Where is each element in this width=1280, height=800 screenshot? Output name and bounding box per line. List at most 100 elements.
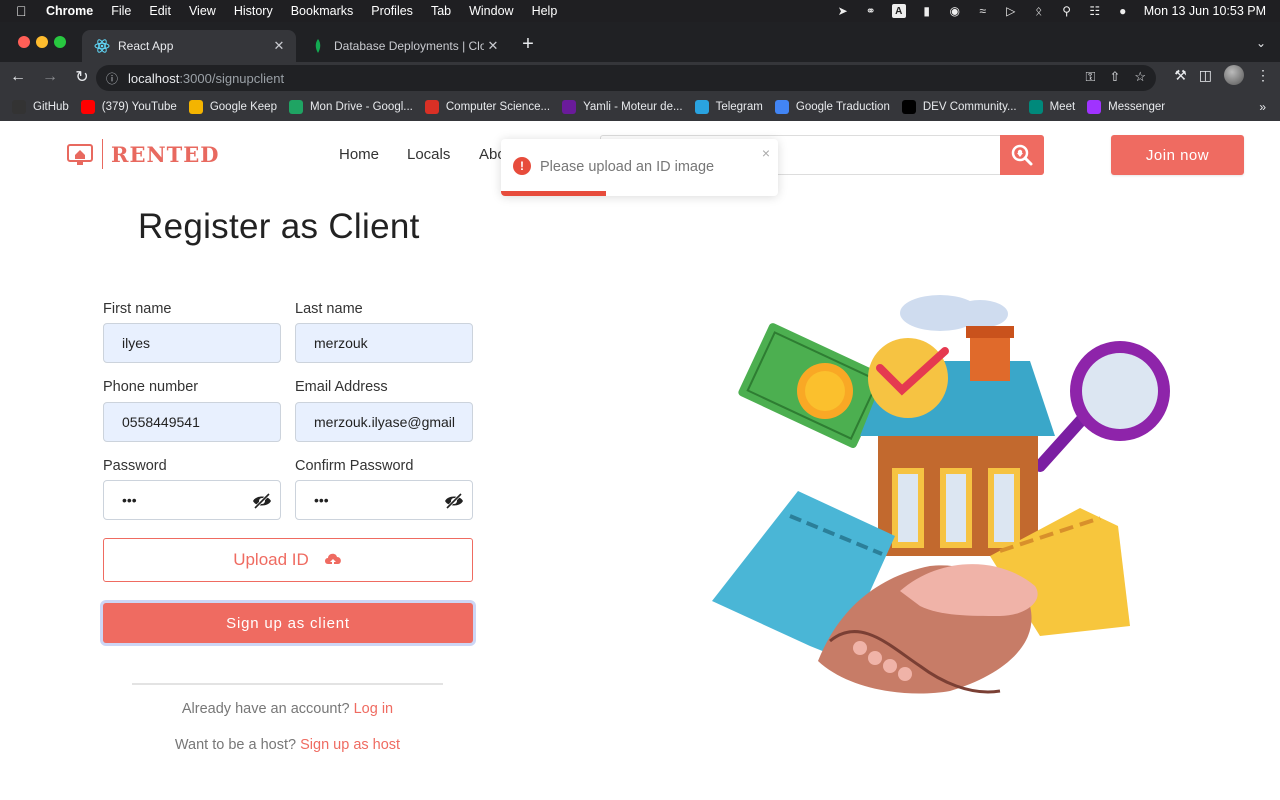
- key-icon[interactable]: ⚿: [1086, 69, 1096, 85]
- eye-slash-icon[interactable]: [444, 491, 464, 511]
- bookmark-label: GitHub: [33, 100, 69, 113]
- menu-tab[interactable]: Tab: [431, 4, 451, 18]
- forward-button[interactable]: →: [36, 65, 64, 89]
- bookmark-label: Messenger: [1108, 100, 1166, 113]
- telegram-status-icon[interactable]: ➤: [836, 4, 850, 18]
- menubar-datetime[interactable]: Mon 13 Jun 10:53 PM: [1144, 4, 1266, 18]
- control-center-icon[interactable]: ☷: [1088, 4, 1102, 18]
- confirm-password-label: Confirm Password: [295, 458, 414, 474]
- bookmark-item[interactable]: (379) YouTube: [80, 99, 177, 114]
- menu-help[interactable]: Help: [532, 4, 558, 18]
- menu-history[interactable]: History: [234, 4, 273, 18]
- bookmark-item[interactable]: GitHub: [12, 99, 69, 114]
- bookmarks-bar: GitHub (379) YouTube Google Keep Mon Drive …: [0, 92, 1280, 121]
- apple-icon[interactable]: : [16, 3, 32, 19]
- bluetooth-icon[interactable]: ᛟ: [1032, 4, 1046, 18]
- close-tab-icon[interactable]: ✕: [270, 38, 288, 54]
- login-prompt-text: Already have an account?: [181, 701, 350, 717]
- search-button[interactable]: [1000, 135, 1044, 175]
- tab-strip: React App ✕ Database Deployments | Cloud…: [0, 22, 1280, 62]
- menu-profiles[interactable]: Profiles: [371, 4, 413, 18]
- tab-database-deployments[interactable]: Database Deployments | Cloud ✕: [298, 30, 510, 62]
- minimize-window-button[interactable]: [36, 36, 48, 48]
- mongodb-leaf-icon: [310, 38, 326, 54]
- brand-logo[interactable]: RENTED: [66, 139, 220, 169]
- share-icon[interactable]: ⇧: [1109, 69, 1120, 85]
- github-icon: [12, 99, 26, 114]
- nav-locals[interactable]: Locals: [407, 146, 450, 163]
- address-bar[interactable]: ⓘ localhost:3000/signupclient ⚿ ⇧ ☆: [96, 65, 1156, 91]
- tab-react-app[interactable]: React App ✕: [82, 30, 296, 62]
- page-content: RENTED Home Locals Abo Join now ! Please…: [0, 121, 1280, 800]
- menu-window[interactable]: Window: [469, 4, 513, 18]
- confirm-password-field[interactable]: •••: [295, 480, 473, 520]
- new-tab-button[interactable]: +: [518, 34, 538, 54]
- more-menu-icon[interactable]: ⋮: [1256, 67, 1270, 84]
- spotlight-search-icon[interactable]: ⚲: [1060, 4, 1074, 18]
- fullscreen-window-button[interactable]: [54, 36, 66, 48]
- bookmark-item[interactable]: Mon Drive - Googl...: [288, 99, 413, 114]
- menu-view[interactable]: View: [189, 4, 216, 18]
- bookmark-star-icon[interactable]: ☆: [1134, 69, 1146, 85]
- battery-icon[interactable]: ▮: [920, 4, 934, 18]
- brand-name: RENTED: [111, 141, 220, 167]
- login-prompt: Already have an account? Log in: [0, 701, 575, 717]
- close-window-button[interactable]: [18, 36, 30, 48]
- bookmarks-overflow-icon[interactable]: »: [1259, 100, 1266, 114]
- last-name-field[interactable]: merzouk: [295, 323, 473, 363]
- bookmark-item[interactable]: Google Traduction: [774, 99, 890, 114]
- bookmark-item[interactable]: Telegram: [694, 99, 763, 114]
- reload-button[interactable]: ↻: [68, 65, 96, 89]
- back-button[interactable]: ←: [4, 65, 32, 89]
- site-info-icon[interactable]: ⓘ: [106, 70, 124, 87]
- bookmark-item[interactable]: Meet: [1028, 99, 1075, 114]
- menu-edit[interactable]: Edit: [149, 4, 171, 18]
- dev-icon: [901, 99, 916, 114]
- menu-bookmarks[interactable]: Bookmarks: [291, 4, 354, 18]
- bookmark-item[interactable]: Computer Science...: [424, 99, 551, 114]
- handshake-house-illustration: [712, 295, 1170, 694]
- macos-menu-bar:  Chrome File Edit View History Bookmark…: [0, 0, 1280, 22]
- password-field[interactable]: •••: [103, 480, 281, 520]
- phone-field[interactable]: 0558449541: [103, 402, 281, 442]
- sign-up-client-button[interactable]: Sign up as client: [103, 603, 473, 643]
- email-label: Email Address: [295, 379, 388, 395]
- tab-search-chevron-icon[interactable]: ⌄: [1256, 36, 1266, 50]
- browser-window: React App ✕ Database Deployments | Cloud…: [0, 22, 1280, 121]
- toast-close-icon[interactable]: ×: [762, 145, 770, 161]
- headphones-icon[interactable]: ⚭: [864, 4, 878, 18]
- host-prompt: Want to be a host? Sign up as host: [0, 737, 575, 753]
- tab-title: Database Deployments | Cloud: [334, 39, 484, 53]
- url-path: :3000/signupclient: [179, 70, 285, 86]
- bookmark-label: Computer Science...: [445, 100, 551, 113]
- cs-icon: [424, 99, 439, 114]
- phone-label: Phone number: [103, 379, 199, 395]
- email-field[interactable]: merzouk.ilyase@gmail: [295, 402, 473, 442]
- bookmark-item[interactable]: Yamli - Moteur de...: [562, 99, 683, 114]
- close-tab-icon[interactable]: ✕: [484, 38, 502, 54]
- join-now-button[interactable]: Join now: [1111, 135, 1244, 175]
- user-icon[interactable]: ◉: [948, 4, 962, 18]
- siri-icon[interactable]: ●: [1116, 4, 1130, 18]
- host-signup-link[interactable]: Sign up as host: [300, 737, 400, 753]
- menu-app-name[interactable]: Chrome: [46, 4, 93, 18]
- side-panel-icon[interactable]: ◫: [1199, 67, 1212, 84]
- error-toast[interactable]: ! Please upload an ID image ×: [501, 139, 778, 196]
- profile-avatar[interactable]: [1224, 65, 1244, 85]
- play-icon[interactable]: ▷: [1004, 4, 1018, 18]
- url-text[interactable]: localhost:3000/signupclient: [128, 71, 284, 86]
- login-link[interactable]: Log in: [354, 701, 394, 717]
- browser-toolbar: ← → ↻ ⓘ localhost:3000/signupclient ⚿ ⇧ …: [0, 62, 1280, 92]
- upload-id-button[interactable]: Upload ID: [103, 538, 473, 582]
- menu-file[interactable]: File: [111, 4, 131, 18]
- input-source-icon[interactable]: A: [891, 4, 906, 18]
- bookmark-item[interactable]: Messenger: [1087, 99, 1166, 114]
- bookmark-item[interactable]: Google Keep: [188, 99, 277, 114]
- wifi-icon[interactable]: ≈: [976, 4, 990, 18]
- bookmark-item[interactable]: DEV Community...: [901, 99, 1017, 114]
- nav-home[interactable]: Home: [339, 146, 379, 163]
- eye-slash-icon[interactable]: [252, 491, 272, 511]
- logo-divider: [102, 139, 103, 169]
- first-name-field[interactable]: ilyes: [103, 323, 281, 363]
- extensions-puzzle-icon[interactable]: ⚒: [1174, 67, 1187, 84]
